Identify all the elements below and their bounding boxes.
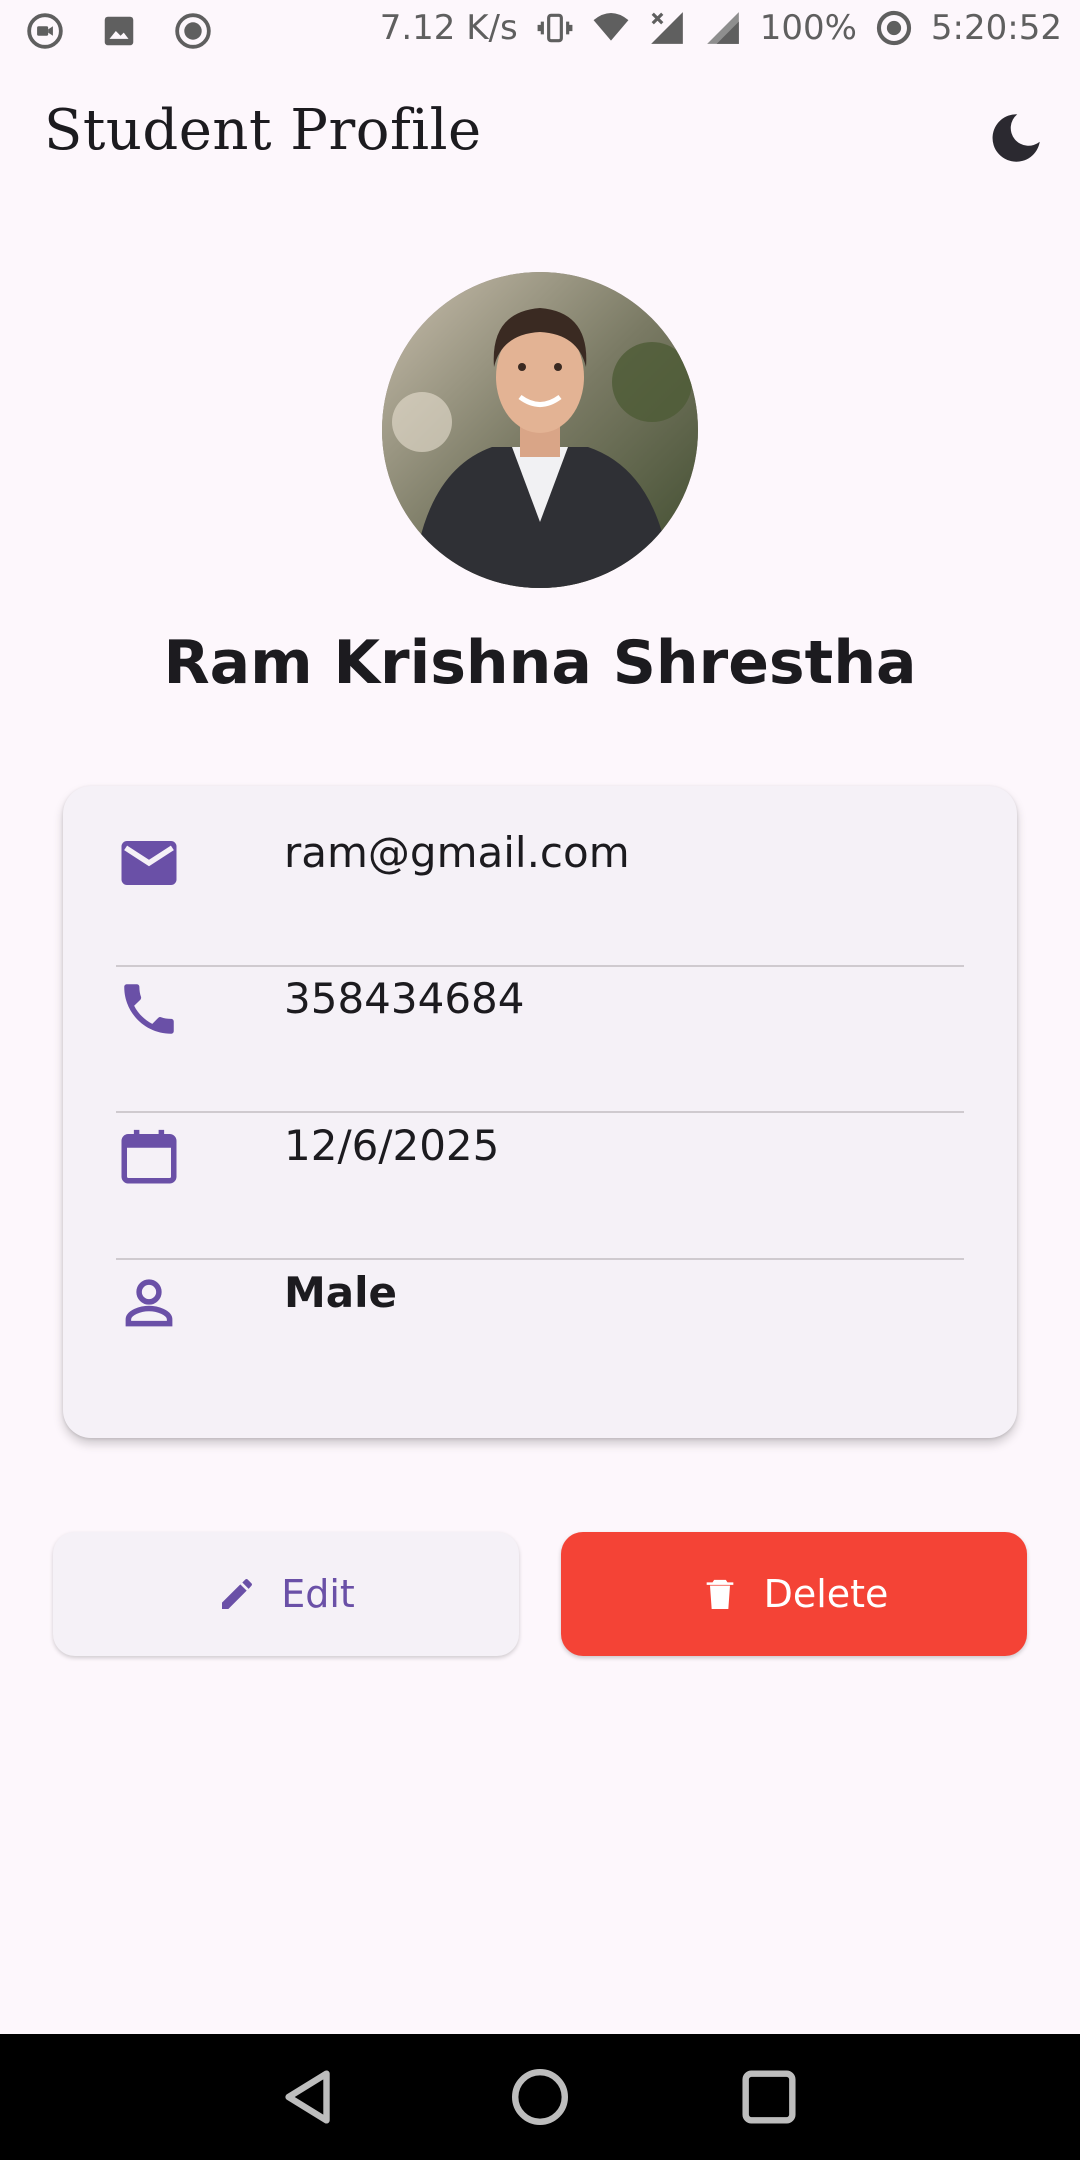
back-icon[interactable] [274, 2062, 344, 2132]
phone-row: 358434684 [116, 932, 964, 1078]
edit-label: Edit [281, 1572, 355, 1616]
trash-icon [706, 1579, 733, 1609]
phone-value: 358434684 [284, 974, 525, 1023]
delete-label: Delete [763, 1572, 889, 1616]
clock: 5:20:52 [930, 8, 1062, 48]
dob-row: 12/6/2025 [116, 1079, 964, 1225]
edit-button[interactable]: Edit [53, 1532, 519, 1656]
battery-level: 100% [759, 8, 857, 48]
pencil-icon [222, 1579, 253, 1609]
screen-record-icon [27, 13, 63, 49]
phone-icon [124, 984, 174, 1034]
email-icon [121, 841, 177, 885]
dob-value: 12/6/2025 [284, 1121, 500, 1170]
signal-icon [706, 12, 739, 44]
recents-icon[interactable] [734, 2062, 804, 2132]
wifi-icon [593, 12, 629, 41]
avatar [382, 272, 698, 588]
student-name: Ram Krishna Shrestha [163, 628, 917, 698]
person-icon [125, 1279, 173, 1327]
home-icon[interactable] [505, 2062, 575, 2132]
details-card: ram@gmail.com 358434684 12/6/2025 Male [63, 786, 1017, 1438]
moon-icon[interactable] [986, 108, 1046, 168]
email-value: ram@gmail.com [284, 828, 630, 877]
navigation-bar [0, 2034, 1080, 2160]
hotspot-icon [876, 10, 912, 46]
email-row: ram@gmail.com [116, 786, 964, 932]
gender-value: Male [284, 1268, 398, 1317]
gallery-icon [104, 16, 134, 46]
delete-button[interactable]: Delete [561, 1532, 1027, 1656]
status-bar: 7.12 K/s 100% 5:20:52 [0, 0, 1080, 66]
signal-no-data-icon [650, 12, 683, 44]
page-title: Student Profile [44, 98, 482, 163]
profile-photo [382, 272, 698, 588]
network-speed: 7.12 K/s [379, 8, 518, 48]
vibrate-icon [537, 13, 573, 43]
calendar-icon [121, 1129, 177, 1184]
circle-notification-icon [175, 13, 211, 49]
gender-row: Male [116, 1226, 964, 1372]
